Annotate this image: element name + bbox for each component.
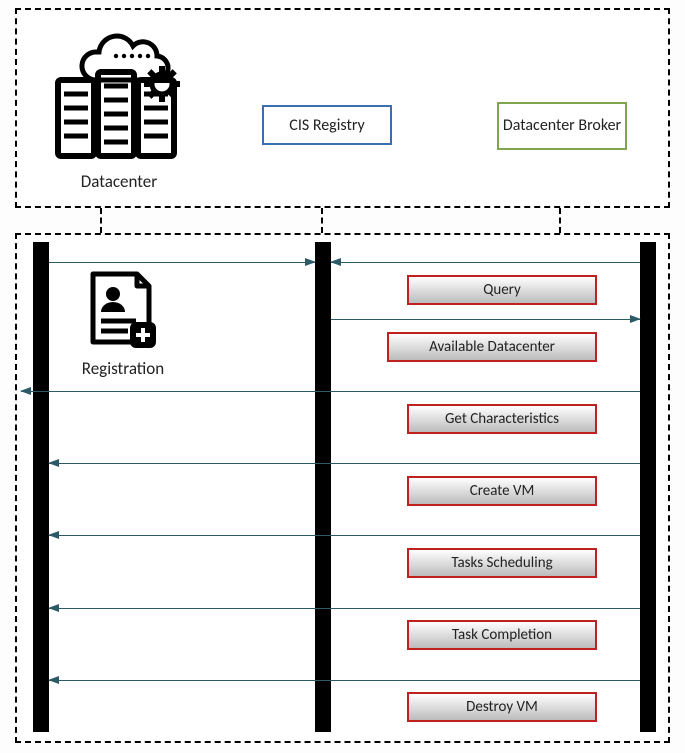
arrow-broker-to-cis (331, 262, 640, 263)
arrow-to-dc-4 (49, 608, 640, 609)
lifeline-cis (315, 242, 331, 732)
diagram-canvas: Datacenter CIS Registry Datacenter Broke… (15, 8, 670, 743)
datacenter-entity: Datacenter (39, 22, 199, 192)
broker-entity: Datacenter Broker (497, 102, 627, 150)
step-scheduling: Tasks Scheduling (407, 548, 597, 578)
step-get-char: Get Characteristics (407, 404, 597, 434)
step-destroy: Destroy VM (407, 692, 597, 722)
arrow-registration (49, 262, 315, 263)
lifeline-broker (640, 242, 656, 732)
step-available: Available Datacenter (387, 332, 597, 362)
datacenter-icon (44, 22, 194, 162)
arrow-to-dc-5 (49, 680, 640, 681)
step-completion: Task Completion (407, 620, 597, 650)
step-create-vm: Create VM (407, 476, 597, 506)
cis-registry-entity: CIS Registry (262, 105, 392, 145)
step-label: Query (483, 281, 521, 299)
connector-dash (100, 208, 102, 233)
connector-dash (321, 208, 323, 233)
cis-registry-label: CIS Registry (289, 116, 364, 135)
lifeline-datacenter (33, 242, 49, 732)
arrow-to-dc-2 (49, 463, 640, 464)
arrow-cis-to-broker (331, 319, 640, 320)
connector-dash (559, 208, 561, 233)
step-query: Query (407, 275, 597, 305)
step-label: Create VM (470, 482, 535, 500)
arrow-to-dc-3 (49, 535, 640, 536)
step-label: Task Completion (452, 626, 552, 644)
datacenter-label: Datacenter (39, 171, 199, 192)
step-label: Get Characteristics (445, 410, 559, 428)
step-label: Destroy VM (466, 698, 538, 716)
step-label: Tasks Scheduling (451, 554, 552, 572)
arrow-to-dc-1 (21, 391, 640, 392)
entities-container: Datacenter CIS Registry Datacenter Broke… (15, 8, 670, 208)
registration-icon (78, 266, 168, 351)
registration-label: Registration (63, 358, 183, 379)
broker-label: Datacenter Broker (503, 117, 621, 135)
registration-group: Registration (63, 266, 183, 379)
step-label: Available Datacenter (429, 338, 555, 356)
